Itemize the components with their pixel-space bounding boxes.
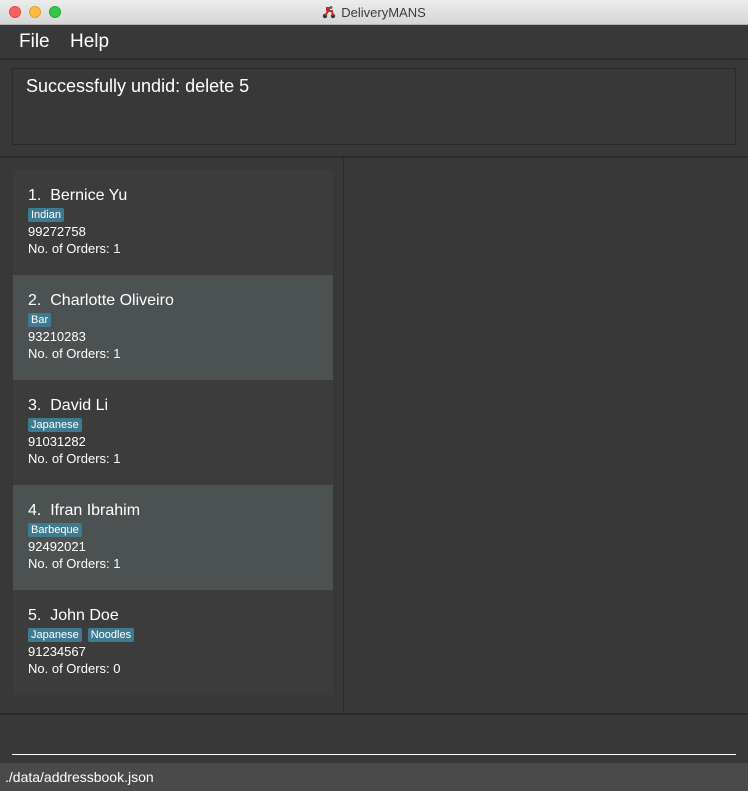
restaurant-card[interactable]: 3. David Li Japanese 91031282 No. of Orders…: [13, 380, 333, 485]
tag-list: Bar: [28, 313, 52, 327]
delivery-scooter-icon: [323, 6, 336, 19]
tag-badge: Japanese: [28, 628, 82, 642]
tag-badge: Bar: [28, 313, 52, 327]
restaurant-name: 2. Charlotte Oliveiro: [28, 292, 174, 309]
restaurant-phone: 93210283: [28, 329, 86, 344]
restaurant-name: 1. Bernice Yu: [28, 187, 128, 204]
order-count: No. of Orders: 1: [28, 241, 121, 256]
tag-badge: Noodles: [87, 628, 135, 642]
restaurant-card[interactable]: 1. Bernice Yu Indian 99272758 No. of Orders…: [13, 170, 333, 275]
window-title: DeliveryMANS: [341, 4, 426, 20]
restaurant-card[interactable]: 2. Charlotte Oliveiro Bar 93210283 No. of O…: [13, 275, 333, 380]
restaurant-name: 4. Ifran Ibrahim: [28, 502, 141, 519]
tag-list: Barbeque: [28, 523, 82, 537]
command-box: [0, 715, 748, 761]
result-display[interactable]: Successfully undid: delete 5: [12, 68, 736, 145]
tag-badge: Japanese: [28, 418, 82, 432]
status-bar: ./data/addressbook.json: [0, 763, 748, 791]
tag-list: Japanese Noodles: [28, 628, 135, 642]
order-count: No. of Orders: 1: [28, 556, 121, 571]
restaurant-phone: 99272758: [28, 224, 86, 239]
restaurant-list-pane: 1. Bernice Yu Indian 99272758 No. of Orders…: [0, 158, 343, 713]
restaurant-list[interactable]: 1. Bernice Yu Indian 99272758 No. of Orders…: [13, 170, 333, 695]
tag-badge: Indian: [28, 208, 64, 222]
tag-list: Japanese: [28, 418, 82, 432]
menu-file[interactable]: File: [19, 31, 50, 53]
restaurant-card[interactable]: 4. Ifran Ibrahim Barbeque 92492021 No. of O…: [13, 485, 333, 590]
menu-help[interactable]: Help: [70, 31, 109, 53]
restaurant-phone: 91031282: [28, 434, 86, 449]
title-bar[interactable]: DeliveryMANS: [0, 0, 748, 25]
command-input[interactable]: [12, 723, 736, 755]
tag-badge: Barbeque: [28, 523, 82, 537]
save-location: ./data/addressbook.json: [5, 769, 154, 785]
detail-pane: [344, 158, 748, 713]
order-count: No. of Orders: 1: [28, 346, 121, 361]
app-window: DeliveryMANS File Help Successfully undi…: [0, 0, 748, 791]
tag-list: Indian: [28, 208, 64, 222]
menu-bar: File Help: [0, 25, 748, 60]
order-count: No. of Orders: 0: [28, 661, 121, 676]
restaurant-phone: 91234567: [28, 644, 86, 659]
restaurant-name: 3. David Li: [28, 397, 109, 414]
order-count: No. of Orders: 1: [28, 451, 121, 466]
restaurant-phone: 92492021: [28, 539, 86, 554]
restaurant-name: 5. John Doe: [28, 607, 119, 624]
restaurant-card[interactable]: 5. John Doe Japanese Noodles 91234567 No. of…: [13, 590, 333, 695]
result-message: Successfully undid: delete 5: [26, 76, 250, 96]
